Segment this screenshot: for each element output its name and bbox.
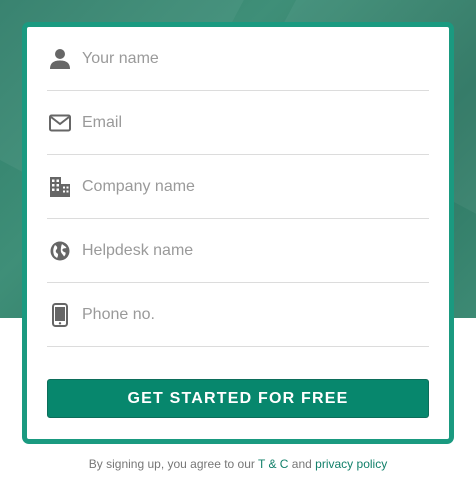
your-name-field [47, 27, 429, 91]
company-name-field [47, 155, 429, 219]
mobile-phone-icon [48, 302, 72, 327]
envelope-icon [48, 111, 72, 135]
email-field [47, 91, 429, 155]
privacy-policy-link[interactable]: privacy policy [315, 457, 387, 471]
building-icon [48, 175, 72, 199]
company-name-input[interactable] [82, 177, 412, 196]
user-icon [48, 47, 72, 71]
phone-field [47, 283, 429, 347]
get-started-button[interactable]: GET STARTED FOR FREE [47, 379, 429, 418]
signup-form-card: GET STARTED FOR FREE [22, 22, 454, 444]
terms-notice: By signing up, you agree to our T & C an… [0, 457, 476, 471]
your-name-input[interactable] [82, 49, 412, 68]
email-input[interactable] [82, 113, 412, 132]
terms-prefix-text: By signing up, you agree to our [88, 457, 259, 471]
globe-icon [48, 239, 72, 263]
helpdesk-name-input[interactable] [82, 241, 412, 260]
helpdesk-name-field [47, 219, 429, 283]
terms-conjunction-text: and [288, 457, 316, 471]
terms-and-conditions-link[interactable]: T & C [258, 457, 288, 471]
phone-input[interactable] [82, 305, 412, 324]
